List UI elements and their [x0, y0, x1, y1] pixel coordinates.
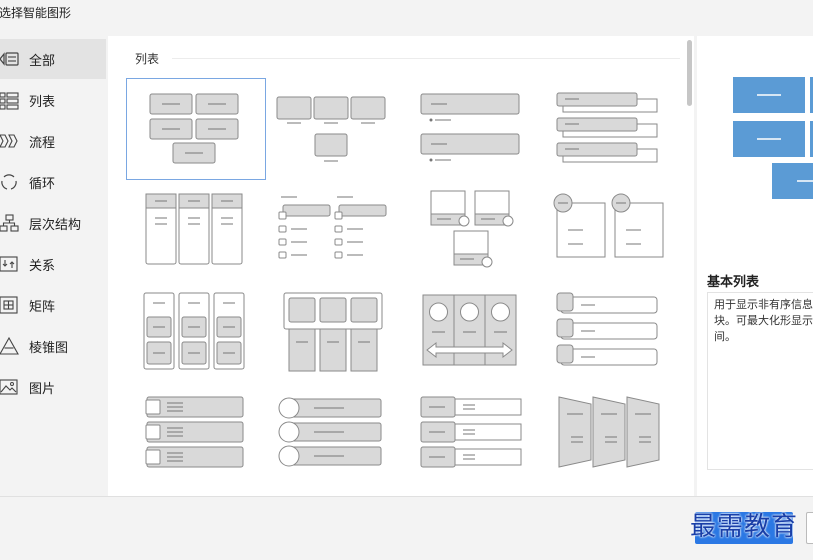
- layout-checkbox-list[interactable]: [127, 392, 265, 492]
- layout-column-list[interactable]: [127, 186, 265, 286]
- sidebar-item-hierarchy[interactable]: 层次结构: [0, 203, 106, 243]
- process-icon: [0, 134, 18, 148]
- sidebar-item-matrix[interactable]: 矩阵: [0, 285, 106, 325]
- layout-table-list[interactable]: [269, 287, 407, 387]
- all-icon: [0, 52, 19, 66]
- sidebar-item-label: 图片: [29, 382, 56, 397]
- footer-divider: [0, 496, 813, 497]
- section-divider: [172, 58, 680, 59]
- title-bar: 选择智能图形: [0, 0, 813, 36]
- hierarchy-icon: [0, 214, 19, 232]
- sidebar-item-label: 关系: [29, 259, 56, 274]
- layout-grouped-list[interactable]: [269, 186, 407, 286]
- sidebar-item-list[interactable]: 列表: [0, 80, 106, 120]
- cycle-icon: [1, 174, 17, 190]
- layout-bullet-circle-list[interactable]: [269, 392, 407, 492]
- sidebar-item-label: 矩阵: [29, 300, 56, 315]
- cancel-button[interactable]: [806, 512, 813, 544]
- layout-vertical-box-list[interactable]: [127, 287, 265, 387]
- layout-picture-accent-list[interactable]: [411, 186, 549, 286]
- matrix-icon: [0, 296, 18, 314]
- sidebar-item-process[interactable]: 流程: [0, 121, 106, 161]
- preview-diagram: [733, 77, 813, 199]
- relationship-icon: [0, 256, 18, 272]
- gallery-section-title: 列表: [135, 52, 160, 66]
- category-sidebar: 全部 列表 流程 循环 层次结构 关系 矩阵 棱锥图 图片: [0, 36, 107, 496]
- sidebar-item-cycle[interactable]: 循环: [0, 162, 106, 202]
- layout-circle-accent-list[interactable]: [553, 186, 691, 286]
- watermark-text: 最需教育: [690, 512, 799, 542]
- sidebar-item-relationship[interactable]: 关系: [0, 244, 106, 284]
- layout-stacked-list[interactable]: [553, 79, 691, 179]
- sidebar-item-picture[interactable]: 图片: [0, 367, 106, 407]
- smartart-gallery: 列表: [108, 36, 694, 496]
- sidebar-item-label: 全部: [29, 54, 56, 69]
- layout-description: 用于显示非有序信息块。可最大化形显示空间。: [714, 298, 813, 343]
- sidebar-item-label: 层次结构: [29, 218, 82, 233]
- sidebar-item-label: 棱锥图: [29, 341, 69, 356]
- dialog-title: 选择智能图形: [0, 6, 72, 20]
- layout-tab-list[interactable]: [553, 287, 691, 387]
- layout-name: 基本列表: [707, 275, 760, 290]
- layout-preview-panel: 基本列表 用于显示非有序信息块。可最大化形显示空间。: [697, 36, 813, 496]
- layout-lined-list[interactable]: [411, 392, 549, 492]
- picture-icon: [0, 379, 18, 395]
- sidebar-item-pyramid[interactable]: 棱锥图: [0, 326, 106, 366]
- sidebar-item-all[interactable]: 全部: [0, 39, 106, 79]
- sidebar-item-label: 流程: [29, 136, 56, 151]
- list-icon: [0, 92, 19, 110]
- sidebar-item-label: 列表: [29, 95, 56, 110]
- pyramid-icon: [0, 336, 19, 355]
- layout-trapezoid-list[interactable]: [553, 392, 691, 492]
- layout-horizontal-picture-list[interactable]: [411, 287, 549, 387]
- sidebar-item-label: 循环: [29, 177, 56, 192]
- layout-basic-list[interactable]: [126, 78, 266, 180]
- layout-picture-caption-list[interactable]: [269, 79, 407, 179]
- layout-description-box: 用于显示非有序信息块。可最大化形显示空间。: [707, 292, 813, 470]
- layout-vertical-bullet-list[interactable]: [411, 79, 549, 179]
